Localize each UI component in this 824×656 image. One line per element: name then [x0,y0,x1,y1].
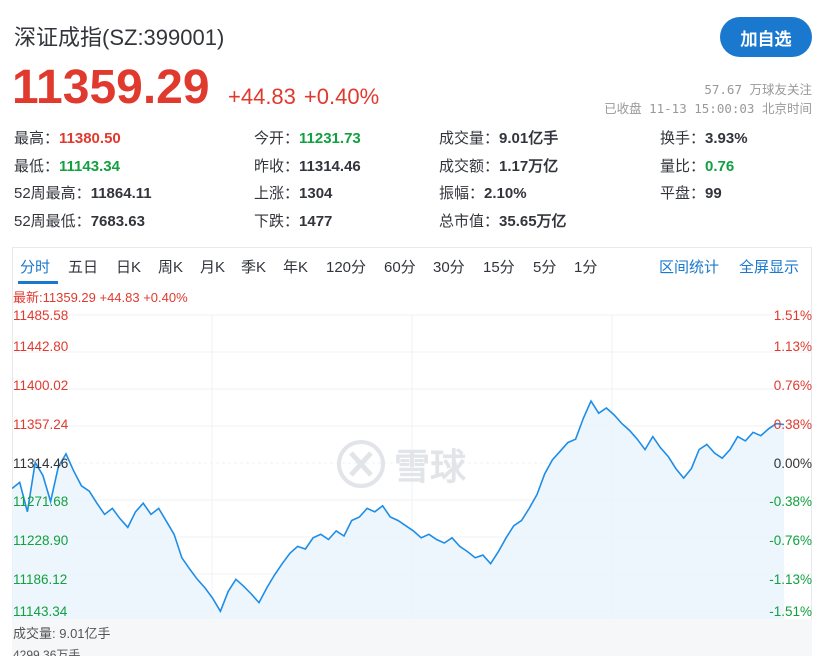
stat-item: 上涨：1304 [254,182,332,203]
stat-label: 52周最低： [14,213,91,230]
stat-value: 1304 [299,185,333,202]
page-title: 深证成指(SZ:399001) [14,25,225,50]
stat-item: 振幅：2.10% [439,182,527,203]
stat-label: 上涨： [254,185,300,202]
y-tick-left: 11442.80 [13,339,69,354]
stat-label: 总市值： [439,213,500,230]
market-status: 已收盘 11-13 15:00:03 北京时间 [604,101,812,116]
latest-quote-label: 最新:11359.29 +44.83 +0.40% [13,290,188,305]
y-tick-right: 0.00% [773,456,812,471]
y-tick-left: 11400.02 [13,378,69,393]
period-tabs: 分时 五日 日K 周K 月K 季K 年K 120分 60分 30分 15分 5分 1分 区间统计 全屏显示 [12,248,812,285]
active-tab-indicator [18,281,58,284]
y-tick-right: 1.51% [773,308,812,323]
y-tick-left: 11228.90 [13,533,69,548]
y-tick-right: 0.38% [773,417,812,432]
stat-label: 成交量： [439,130,500,147]
tab-period-2[interactable]: 日K [116,256,141,277]
stat-value: 2.10% [484,185,527,202]
tab-period-9[interactable]: 30分 [433,256,465,277]
tab-period-4[interactable]: 月K [200,256,225,277]
watermark-text: 雪球 [394,446,467,487]
stat-label: 52周最高： [14,185,91,202]
stat-value: 0.76 [705,158,735,175]
y-tick-left: 11485.58 [13,308,69,323]
stat-item: 最高：11380.50 [14,127,121,148]
stat-label: 最高： [14,130,60,147]
y-tick-left: 11143.34 [13,604,68,619]
stat-item: 总市值：35.65万亿 [439,210,567,231]
price-change: +44.83 +0.40% [228,84,387,110]
stat-item: 换手：3.93% [660,127,748,148]
price-area [12,401,784,619]
stat-item: 今开：11231.73 [254,127,361,148]
stat-value: 11314.46 [299,158,361,175]
change-percent: +0.40% [303,84,380,109]
xueqiu-watermark: 雪球 [336,438,466,490]
stat-value: 1477 [299,213,333,230]
volume-tick: 4299.36万手 [13,648,81,656]
tab-period-5[interactable]: 季K [241,256,266,277]
stat-item: 52周最低：7683.63 [14,210,145,231]
stat-label: 昨收： [254,158,300,175]
current-price: 11359.29 [12,61,210,114]
tab-period-7[interactable]: 120分 [326,256,366,277]
y-tick-left: 11314.46 [13,456,69,471]
stat-item: 成交量：9.01亿手 [439,127,558,148]
stat-label: 量比： [660,158,706,175]
stat-value: 11143.34 [59,158,120,175]
stat-value: 35.65万亿 [499,213,567,230]
volume-label: 成交量: 9.01亿手 [13,626,111,641]
y-tick-right: -0.38% [769,494,812,509]
fullscreen-button[interactable]: 全屏显示 [739,256,799,277]
stat-label: 最低： [14,158,60,175]
stat-item: 最低：11143.34 [14,155,120,176]
stat-label: 换手： [660,130,706,147]
change-value: +44.83 [228,84,296,109]
stat-value: 99 [705,185,722,202]
y-tick-left: 11186.12 [13,572,68,587]
tab-period-3[interactable]: 周K [158,256,183,277]
stat-item: 平盘：99 [660,182,722,203]
tab-intraday[interactable]: 分时 [20,256,50,277]
y-tick-right: -0.76% [769,533,812,548]
quote-meta: 57.67 万球友关注 已收盘 11-13 15:00:03 北京时间 [604,80,812,118]
stat-value: 7683.63 [90,213,145,230]
y-tick-right: -1.13% [769,572,812,587]
tab-period-10[interactable]: 15分 [483,256,515,277]
followers-count: 57.67 万球友关注 [704,82,812,97]
stat-value: 1.17万亿 [499,158,559,175]
stat-value: 9.01亿手 [499,130,559,147]
range-stats-button[interactable]: 区间统计 [659,256,719,277]
stat-value: 3.93% [705,130,748,147]
stat-item: 52周最高：11864.11 [14,182,152,203]
y-tick-right: 1.13% [773,339,812,354]
y-tick-right: 0.76% [773,378,812,393]
stat-label: 成交额： [439,158,500,175]
stat-label: 下跌： [254,213,300,230]
tab-period-1[interactable]: 五日 [68,256,98,277]
stat-item: 量比：0.76 [660,155,734,176]
y-tick-right: -1.51% [769,604,812,619]
tab-period-6[interactable]: 年K [283,256,308,277]
volume-band [12,619,812,656]
stat-label: 平盘： [660,185,706,202]
stat-label: 今开： [254,130,300,147]
stat-value: 11380.50 [59,130,121,147]
xueqiu-logo-icon [337,440,385,488]
stat-value: 11864.11 [90,185,152,202]
stat-item: 下跌：1477 [254,210,332,231]
stat-value: 11231.73 [299,130,361,147]
tab-period-12[interactable]: 1分 [574,256,597,277]
tab-period-11[interactable]: 5分 [533,256,556,277]
add-to-watchlist-button[interactable]: 加自选 [720,17,812,57]
y-tick-left: 11271.68 [13,494,69,509]
stat-item: 成交额：1.17万亿 [439,155,558,176]
y-tick-left: 11357.24 [13,417,69,432]
tab-period-8[interactable]: 60分 [384,256,416,277]
stat-label: 振幅： [439,185,485,202]
stat-item: 昨收：11314.46 [254,155,361,176]
